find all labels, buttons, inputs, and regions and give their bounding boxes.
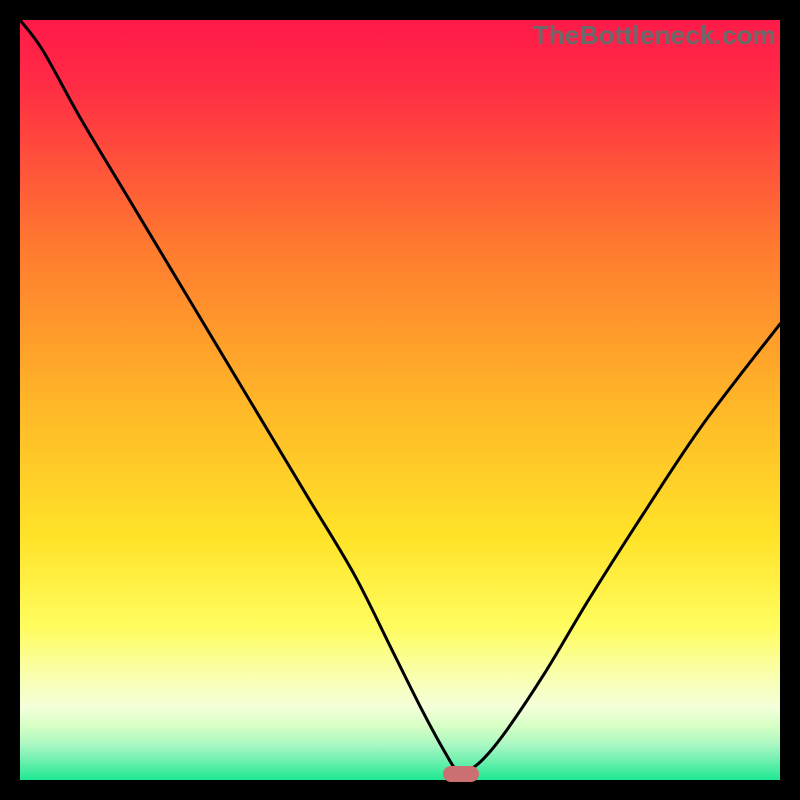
chart-frame: TheBottleneck.com (20, 20, 780, 780)
watermark-label: TheBottleneck.com (533, 20, 776, 51)
bottleneck-marker (443, 766, 479, 782)
bottleneck-chart (20, 20, 780, 780)
